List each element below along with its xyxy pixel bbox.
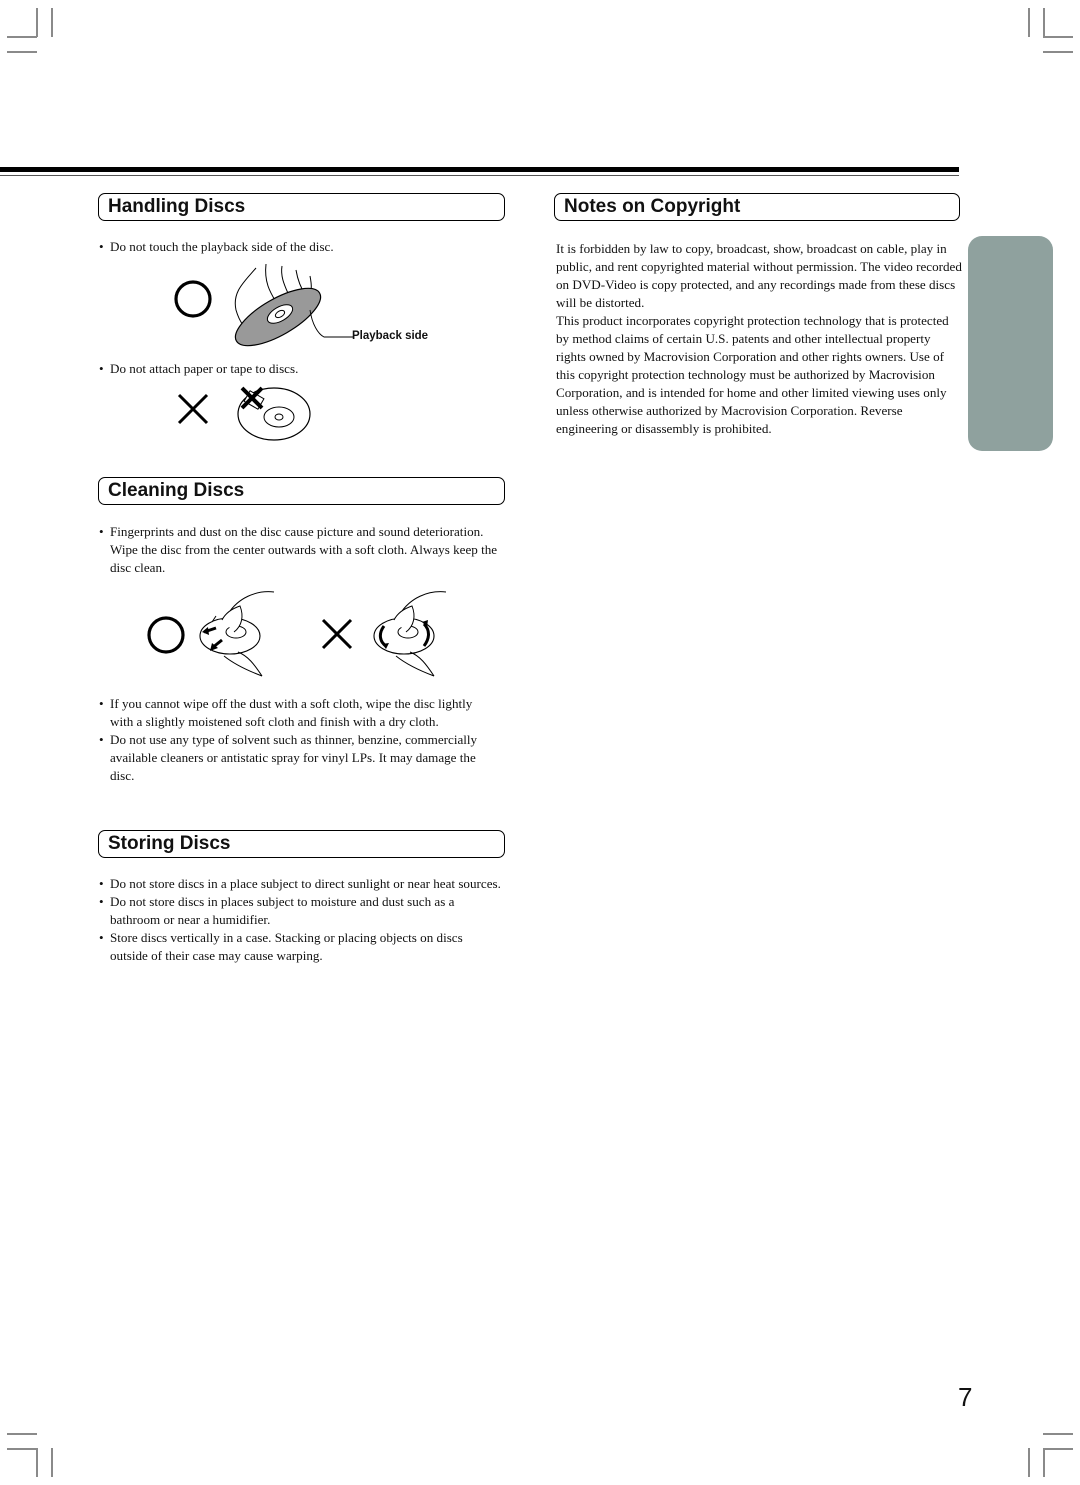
hand-holding-disc-illustration bbox=[234, 263, 354, 347]
crop-mark-bottom-left-v2 bbox=[51, 1448, 53, 1477]
cleaning-bullet-solvent: Do not use any type of solvent such as t… bbox=[98, 731, 498, 785]
section-side-tab bbox=[968, 236, 1053, 451]
crop-mark-top-left-h1 bbox=[7, 36, 37, 38]
crop-mark-bottom-right-h2 bbox=[1043, 1448, 1073, 1450]
wiping-disc-correct-illustration bbox=[199, 591, 275, 677]
disc-with-tape-illustration bbox=[237, 386, 311, 441]
crop-mark-top-left-h2 bbox=[7, 51, 37, 53]
crop-mark-top-left-v1 bbox=[36, 8, 38, 37]
storing-bullet-sunlight: Do not store discs in a place subject to… bbox=[98, 875, 502, 893]
circle-ok-icon bbox=[147, 616, 185, 654]
page-number: 7 bbox=[958, 1382, 973, 1412]
cleaning-bullet-list-bottom: If you cannot wipe off the dust with a s… bbox=[98, 695, 498, 785]
header-rule-thin bbox=[0, 175, 959, 176]
circle-ok-icon bbox=[174, 280, 212, 318]
crop-mark-bottom-left-v1 bbox=[36, 1448, 38, 1477]
cross-ng-icon bbox=[177, 393, 209, 425]
section-heading-storing-discs: Storing Discs bbox=[98, 830, 505, 858]
section-heading-notes-on-copyright: Notes on Copyright bbox=[554, 193, 960, 221]
header-rule-thick bbox=[0, 167, 959, 172]
cross-ng-icon bbox=[321, 618, 353, 650]
storing-bullet-list: Do not store discs in a place subject to… bbox=[98, 875, 502, 965]
section-heading-handling-discs: Handling Discs bbox=[98, 193, 505, 221]
handling-bullet-list-2: Do not attach paper or tape to discs. bbox=[98, 360, 498, 378]
crop-mark-bottom-right-v1 bbox=[1028, 1448, 1030, 1477]
crop-mark-top-right-h1 bbox=[1043, 36, 1073, 38]
cleaning-bullet-moistened-cloth: If you cannot wipe off the dust with a s… bbox=[98, 695, 498, 731]
handling-bullet-touch: Do not touch the playback side of the di… bbox=[98, 238, 498, 256]
crop-mark-top-right-h2 bbox=[1043, 51, 1073, 53]
crop-mark-bottom-right-h1 bbox=[1043, 1433, 1073, 1435]
crop-mark-top-left-v2 bbox=[51, 8, 53, 37]
handling-bullet-tape: Do not attach paper or tape to discs. bbox=[98, 360, 498, 378]
cleaning-bullet-list-top: Fingerprints and dust on the disc cause … bbox=[98, 523, 498, 577]
storing-bullet-vertical: Store discs vertically in a case. Stacki… bbox=[98, 929, 502, 965]
crop-mark-bottom-left-h2 bbox=[7, 1448, 37, 1450]
section-heading-cleaning-discs: Cleaning Discs bbox=[98, 477, 505, 505]
storing-bullet-moisture: Do not store discs in places subject to … bbox=[98, 893, 502, 929]
wiping-disc-incorrect-illustration bbox=[373, 591, 447, 677]
crop-mark-top-right-v1 bbox=[1028, 8, 1030, 37]
crop-mark-bottom-left-h1 bbox=[7, 1433, 37, 1435]
crop-mark-top-right-v2 bbox=[1043, 8, 1045, 37]
cleaning-bullet-fingerprints: Fingerprints and dust on the disc cause … bbox=[98, 523, 498, 577]
copyright-paragraph-1: It is forbidden by law to copy, broadcas… bbox=[556, 241, 962, 310]
playback-side-label: Playback side bbox=[352, 330, 429, 342]
crop-mark-bottom-right-v2 bbox=[1043, 1448, 1045, 1477]
copyright-paragraph-2: This product incorporates copyright prot… bbox=[556, 313, 949, 436]
handling-bullet-list-1: Do not touch the playback side of the di… bbox=[98, 238, 498, 256]
